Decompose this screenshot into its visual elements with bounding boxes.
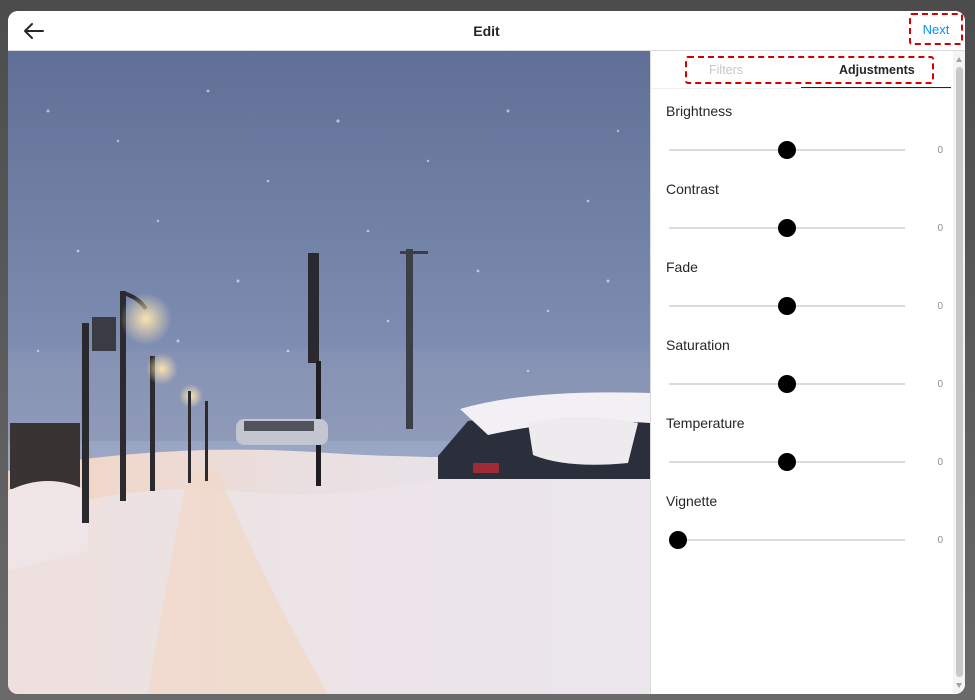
- vignette-slider-thumb[interactable]: [669, 531, 688, 549]
- scroll-thumb[interactable]: [956, 67, 963, 677]
- fade-value: 0: [937, 301, 943, 312]
- contrast-slider-thumb[interactable]: [778, 219, 796, 237]
- vignette-label: Vignette: [666, 493, 718, 509]
- contrast-value: 0: [937, 223, 943, 234]
- saturation-label: Saturation: [666, 337, 730, 353]
- photo-preview: [8, 51, 650, 694]
- page-title: Edit: [473, 23, 500, 39]
- tab-adjustments[interactable]: Adjustments: [839, 63, 915, 77]
- tab-filters[interactable]: Filters: [709, 63, 743, 77]
- active-tab-indicator: [801, 87, 951, 88]
- fade-label: Fade: [666, 259, 698, 275]
- dialog-header: Edit Next: [8, 11, 965, 51]
- temperature-value: 0: [937, 457, 943, 468]
- vignette-value: 0: [937, 535, 943, 546]
- next-button[interactable]: Next: [909, 13, 963, 45]
- vignette-slider-track[interactable]: [669, 539, 905, 541]
- tabs-divider: [651, 88, 951, 89]
- brightness-label: Brightness: [666, 103, 733, 119]
- brightness-value: 0: [937, 145, 943, 156]
- panel-scrollbar[interactable]: [953, 51, 965, 694]
- saturation-slider-thumb[interactable]: [778, 375, 796, 393]
- saturation-value: 0: [937, 379, 943, 390]
- scroll-up-icon[interactable]: [956, 57, 962, 62]
- edit-dialog: Edit Next Filters Adjustments Brightness…: [8, 11, 965, 694]
- temperature-label: Temperature: [666, 415, 745, 431]
- temperature-slider-thumb[interactable]: [778, 453, 796, 471]
- contrast-label: Contrast: [666, 181, 719, 197]
- fade-slider-thumb[interactable]: [778, 297, 796, 315]
- scroll-down-icon[interactable]: [956, 683, 962, 688]
- brightness-slider-thumb[interactable]: [778, 141, 796, 159]
- adjustments-panel: Filters Adjustments Brightness 0 Contrast 0…: [650, 51, 965, 694]
